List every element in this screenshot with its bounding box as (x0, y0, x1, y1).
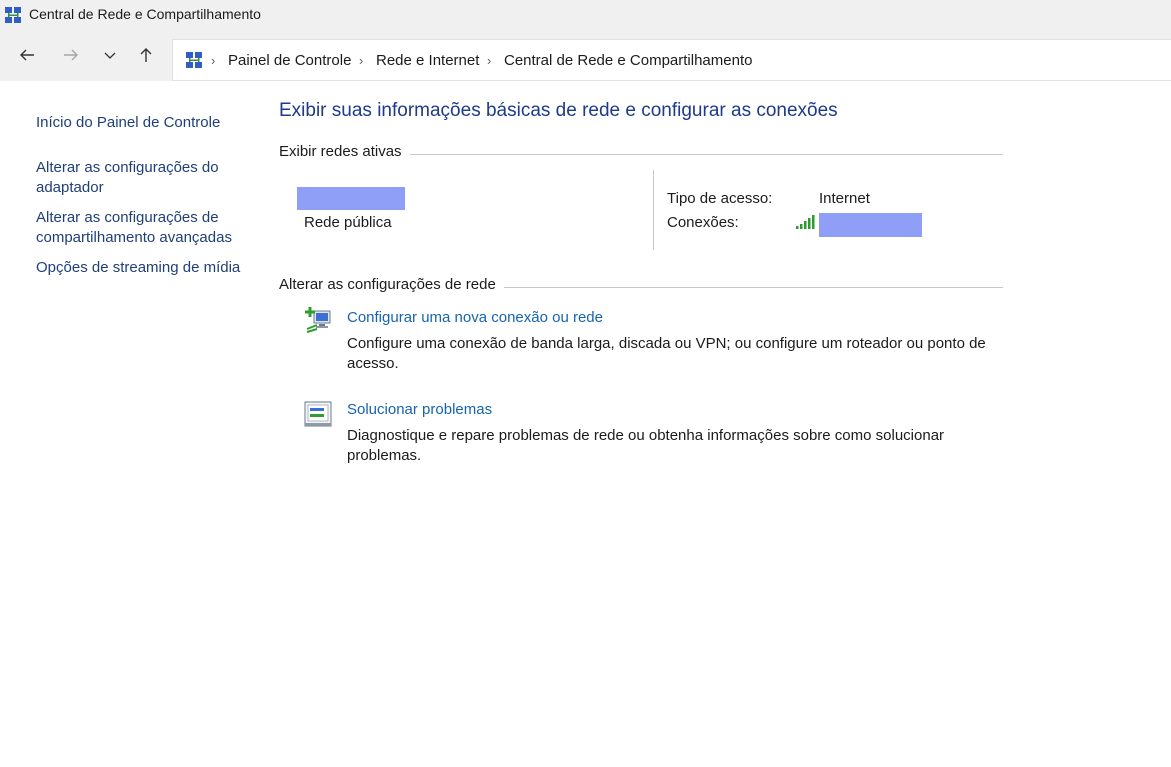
arrow-up-icon (140, 48, 152, 62)
new-connection-icon (305, 307, 331, 333)
breadcrumb-central-de-rede[interactable]: Central de Rede e Compartilhamento (504, 52, 752, 69)
back-button[interactable] (12, 40, 42, 70)
arrow-left-icon (20, 49, 34, 61)
sidebar-item-inicio[interactable]: Início do Painel de Controle (36, 113, 251, 133)
troubleshoot-link[interactable]: Solucionar problemas (347, 401, 492, 418)
sidebar-item-adaptador[interactable]: Alterar as configurações do adaptador (36, 158, 251, 198)
chevron-right-icon[interactable]: › (359, 53, 363, 68)
navigation-bar: › Painel de Controle › Rede e Internet ›… (0, 29, 1171, 81)
setup-new-connection-link[interactable]: Configurar uma nova conexão ou rede (347, 309, 603, 326)
sidebar-item-streaming[interactable]: Opções de streaming de mídia (36, 258, 251, 278)
window-title: Central de Rede e Compartilhamento (29, 6, 261, 22)
change-settings-heading: Alterar as configurações de rede (279, 276, 504, 293)
chevron-down-icon (104, 52, 116, 59)
chevron-right-icon: › (211, 53, 216, 68)
network-center-icon (5, 7, 21, 23)
address-bar[interactable]: › Painel de Controle › Rede e Internet ›… (172, 39, 1171, 81)
recent-locations-button[interactable] (95, 40, 125, 70)
access-type-label: Tipo de acesso: (667, 190, 773, 207)
up-button[interactable] (131, 40, 161, 70)
sidebar-item-compartilhamento[interactable]: Alterar as configurações de compartilham… (36, 208, 251, 248)
network-center-icon (186, 52, 202, 68)
page-title: Exibir suas informações básicas de rede … (279, 100, 838, 121)
network-type: Rede pública (304, 214, 392, 231)
setup-new-connection-description: Configure uma conexão de banda larga, di… (347, 335, 986, 372)
troubleshoot-icon (304, 401, 332, 427)
vertical-divider (653, 170, 654, 250)
breadcrumb-painel-de-controle[interactable]: Painel de Controle (228, 52, 351, 69)
title-bar: Central de Rede e Compartilhamento (0, 0, 1171, 29)
troubleshoot-description: Diagnostique e repare problemas de rede … (347, 427, 945, 464)
wifi-signal-icon (796, 215, 815, 229)
connection-name-redacted[interactable] (819, 213, 922, 237)
forward-button[interactable] (56, 40, 86, 70)
active-networks-heading: Exibir redes ativas (279, 143, 410, 160)
access-type-value: Internet (819, 190, 870, 207)
connections-label: Conexões: (667, 214, 739, 231)
chevron-right-icon[interactable]: › (487, 53, 491, 68)
breadcrumb-rede-e-internet[interactable]: Rede e Internet (376, 52, 479, 69)
network-name-redacted (297, 187, 405, 210)
arrow-right-icon (64, 49, 78, 61)
